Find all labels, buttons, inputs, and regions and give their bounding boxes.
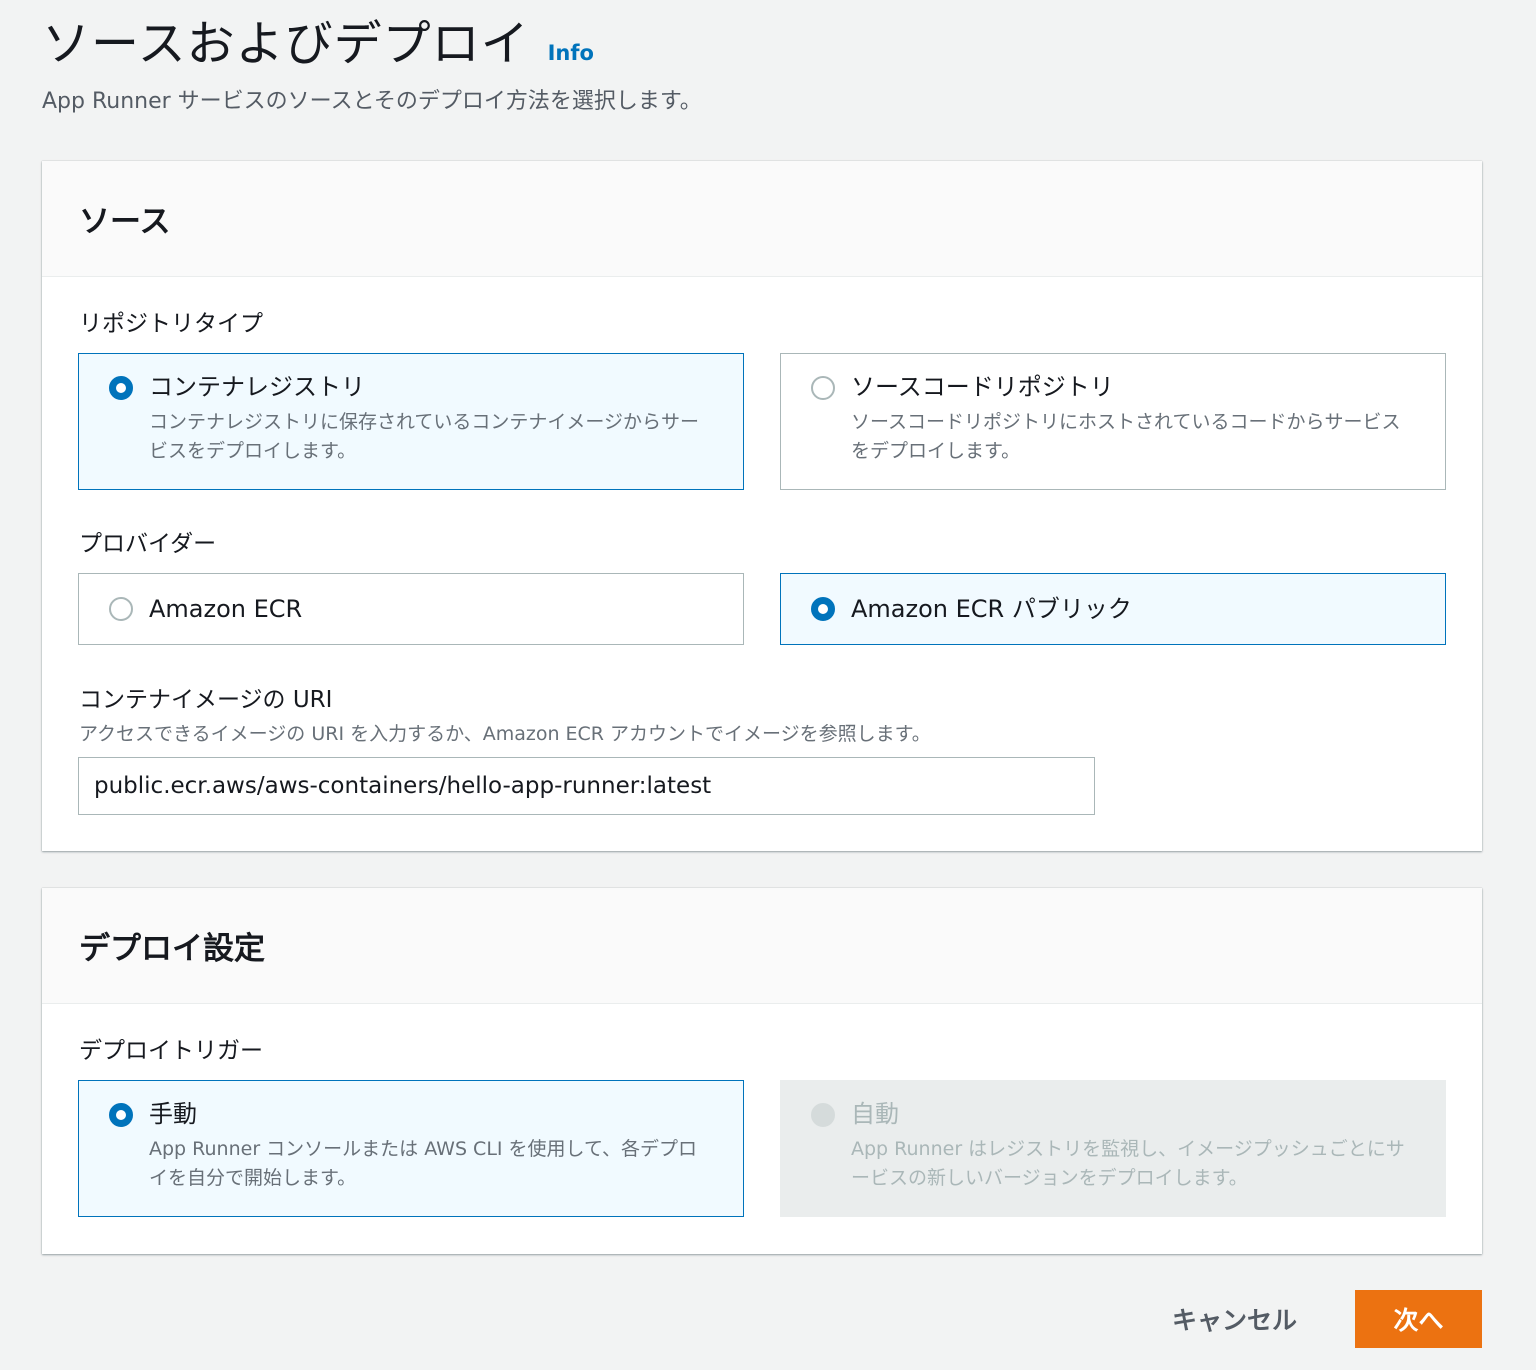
cancel-button[interactable]: キャンセル bbox=[1166, 1300, 1303, 1338]
image-uri-hint: アクセスできるイメージの URI を入力するか、Amazon ECR アカウント… bbox=[79, 723, 931, 745]
image-uri-label: コンテナイメージの URI bbox=[79, 687, 333, 713]
footer-actions: キャンセル 次へ bbox=[1166, 1290, 1482, 1348]
tile-automatic: 自動 App Runner はレジストリを監視し、イメージプッシュごとにサービス… bbox=[780, 1080, 1446, 1217]
source-container: ソース リポジトリタイプ コンテナレジストリ コンテナレジストリに保存されている… bbox=[42, 161, 1482, 851]
next-button[interactable]: 次へ bbox=[1355, 1290, 1482, 1348]
page-description: App Runner サービスのソースとそのデプロイ方法を選択します。 bbox=[42, 89, 702, 114]
tile-desc-manual: App Runner コンソールまたは AWS CLI を使用して、各デプロイを… bbox=[149, 1138, 698, 1189]
radio-amazon-ecr-public[interactable] bbox=[811, 597, 835, 621]
page-title: ソースおよびデプロイ bbox=[42, 16, 530, 72]
image-uri-input[interactable]: public.ecr.aws/aws-containers/hello-app-… bbox=[78, 757, 1095, 815]
deployment-heading: デプロイ設定 bbox=[79, 931, 265, 967]
page-header: ソースおよびデプロイ Info App Runner サービスのソースとそのデプ… bbox=[42, 14, 1482, 118]
tile-title-amazon-ecr-public: Amazon ECR パブリック bbox=[851, 595, 1132, 623]
source-heading: ソース bbox=[79, 204, 171, 240]
info-link[interactable]: Info bbox=[548, 41, 594, 65]
tile-desc-automatic: App Runner はレジストリを監視し、イメージプッシュごとにサービスの新し… bbox=[851, 1138, 1405, 1189]
radio-amazon-ecr[interactable] bbox=[109, 597, 133, 621]
tile-title-container-registry: コンテナレジストリ bbox=[149, 373, 365, 401]
tile-title-automatic: 自動 bbox=[851, 1100, 899, 1128]
source-container-header: ソース bbox=[42, 161, 1482, 277]
radio-automatic bbox=[811, 1103, 835, 1127]
tile-amazon-ecr[interactable]: Amazon ECR bbox=[78, 573, 744, 645]
tile-desc-source-code-repository: ソースコードリポジトリにホストされているコードからサービスをデプロイします。 bbox=[851, 411, 1401, 462]
deployment-container: デプロイ設定 デプロイトリガー 手動 App Runner コンソールまたは A… bbox=[42, 888, 1482, 1254]
deploy-trigger-label: デプロイトリガー bbox=[79, 1038, 263, 1064]
repository-type-label: リポジトリタイプ bbox=[79, 311, 263, 337]
radio-container-registry[interactable] bbox=[109, 376, 133, 400]
radio-manual[interactable] bbox=[109, 1103, 133, 1127]
provider-label: プロバイダー bbox=[79, 531, 217, 557]
title-row: ソースおよびデプロイ Info bbox=[42, 14, 1482, 74]
tile-amazon-ecr-public[interactable]: Amazon ECR パブリック bbox=[780, 573, 1446, 645]
tile-title-source-code-repository: ソースコードリポジトリ bbox=[851, 373, 1114, 401]
radio-source-code-repository[interactable] bbox=[811, 376, 835, 400]
deployment-container-header: デプロイ設定 bbox=[42, 888, 1482, 1004]
tile-container-registry[interactable]: コンテナレジストリ コンテナレジストリに保存されているコンテナイメージからサービ… bbox=[78, 353, 744, 490]
tile-title-amazon-ecr: Amazon ECR bbox=[149, 595, 303, 623]
tile-title-manual: 手動 bbox=[149, 1100, 197, 1128]
tile-manual[interactable]: 手動 App Runner コンソールまたは AWS CLI を使用して、各デプ… bbox=[78, 1080, 744, 1217]
tile-source-code-repository[interactable]: ソースコードリポジトリ ソースコードリポジトリにホストされているコードからサービ… bbox=[780, 353, 1446, 490]
tile-desc-container-registry: コンテナレジストリに保存されているコンテナイメージからサービスをデプロイします。 bbox=[149, 411, 700, 462]
